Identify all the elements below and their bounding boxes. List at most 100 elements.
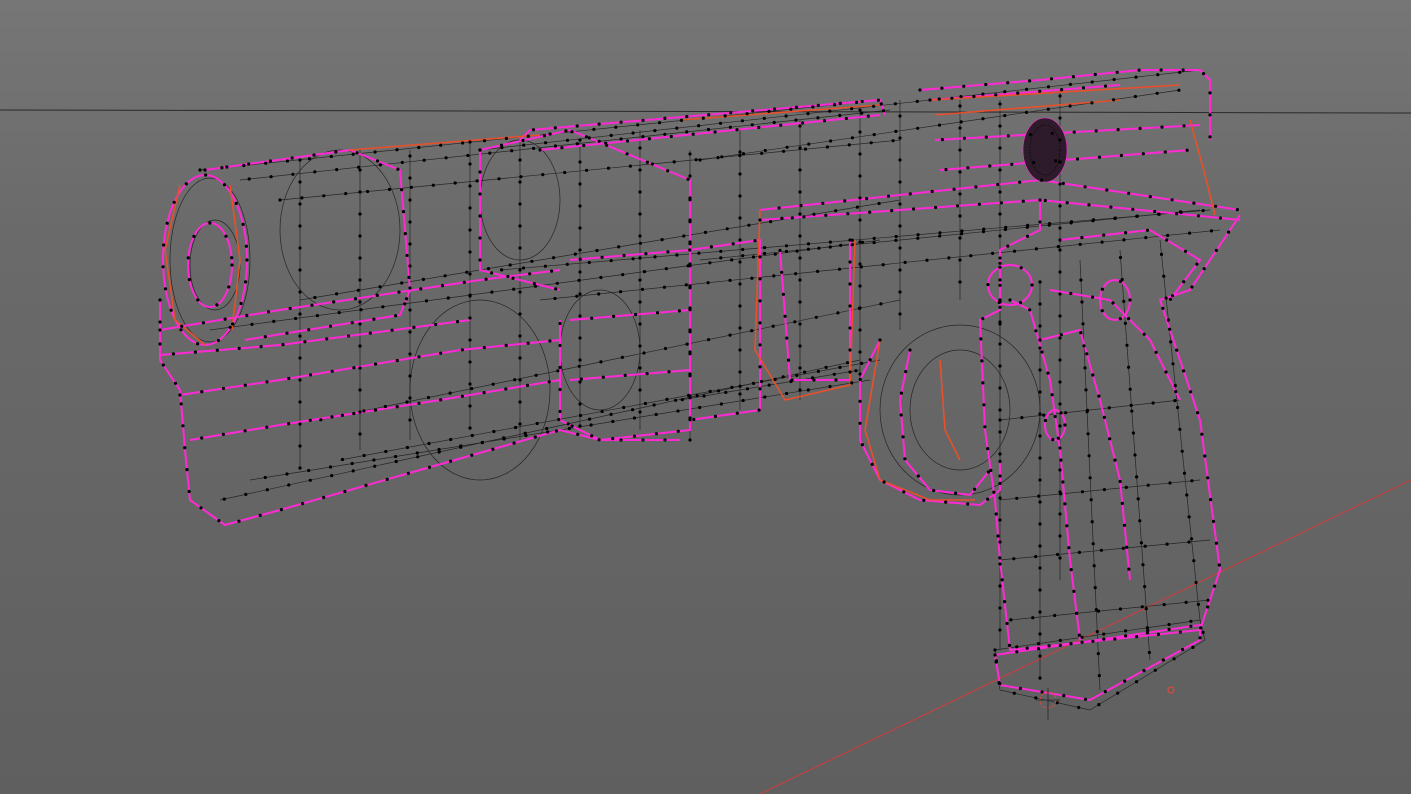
vertex[interactable] xyxy=(416,455,420,459)
vertex[interactable] xyxy=(969,254,973,258)
vertex[interactable] xyxy=(288,306,292,311)
vertex[interactable] xyxy=(578,226,582,230)
vertex[interactable] xyxy=(400,160,404,165)
vertex[interactable] xyxy=(461,141,465,145)
vertex[interactable] xyxy=(328,324,333,328)
vertex[interactable] xyxy=(528,272,532,276)
vertex[interactable] xyxy=(1113,216,1117,221)
vertex[interactable] xyxy=(641,438,645,442)
vertex[interactable] xyxy=(1024,110,1029,114)
vertex[interactable] xyxy=(582,143,586,148)
vertex[interactable] xyxy=(632,434,637,438)
vertex[interactable] xyxy=(1003,114,1007,118)
vertex[interactable] xyxy=(243,429,247,433)
vertex[interactable] xyxy=(785,391,789,396)
vertex[interactable] xyxy=(1036,647,1041,651)
vertex[interactable] xyxy=(828,384,832,389)
vertex[interactable] xyxy=(237,346,241,350)
vertex[interactable] xyxy=(439,143,443,147)
vertex[interactable] xyxy=(762,116,766,120)
vertex[interactable] xyxy=(285,472,289,476)
vertex[interactable] xyxy=(998,418,1002,422)
vertex[interactable] xyxy=(738,392,742,396)
vertex[interactable] xyxy=(163,287,168,291)
vertex[interactable] xyxy=(684,283,688,287)
vertex[interactable] xyxy=(688,198,692,202)
vertex[interactable] xyxy=(1053,613,1057,618)
vertex[interactable] xyxy=(1102,637,1106,641)
vertex[interactable] xyxy=(1038,280,1042,284)
vertex[interactable] xyxy=(1174,390,1178,394)
vertex[interactable] xyxy=(1182,280,1186,284)
vertex[interactable] xyxy=(1137,68,1141,72)
vertex[interactable] xyxy=(1173,384,1177,388)
vertex[interactable] xyxy=(1201,209,1205,213)
vertex[interactable] xyxy=(1097,703,1101,707)
vertex[interactable] xyxy=(512,441,516,445)
vertex[interactable] xyxy=(1047,223,1051,227)
vertex[interactable] xyxy=(778,248,782,252)
vertex[interactable] xyxy=(894,234,898,239)
vertex[interactable] xyxy=(784,244,789,248)
vertex[interactable] xyxy=(358,278,362,282)
vertex[interactable] xyxy=(1069,568,1073,572)
vertex[interactable] xyxy=(979,337,983,341)
vertex[interactable] xyxy=(362,453,366,458)
vertex[interactable] xyxy=(858,130,862,134)
vertex[interactable] xyxy=(718,121,723,125)
vertex[interactable] xyxy=(419,287,423,291)
vertex[interactable] xyxy=(634,312,638,317)
vertex[interactable] xyxy=(556,369,560,373)
vertex[interactable] xyxy=(795,373,799,377)
vertex[interactable] xyxy=(557,417,561,422)
vertex[interactable] xyxy=(611,437,615,441)
vertex[interactable] xyxy=(405,253,409,258)
vertex[interactable] xyxy=(655,311,660,315)
vertex[interactable] xyxy=(998,452,1002,456)
vertex[interactable] xyxy=(263,475,267,480)
vertex[interactable] xyxy=(713,130,717,134)
vertex[interactable] xyxy=(838,365,842,369)
vertex[interactable] xyxy=(518,312,522,316)
vertex[interactable] xyxy=(798,300,802,304)
vertex[interactable] xyxy=(310,303,314,307)
vertex[interactable] xyxy=(179,328,183,332)
vertex[interactable] xyxy=(1189,619,1193,623)
vertex[interactable] xyxy=(1058,446,1062,450)
vertex[interactable] xyxy=(741,152,746,156)
vertex[interactable] xyxy=(758,299,762,303)
vertex[interactable] xyxy=(204,173,208,177)
vertex[interactable] xyxy=(706,127,711,132)
vertex[interactable] xyxy=(1182,124,1186,128)
vertex[interactable] xyxy=(898,136,902,140)
vertex[interactable] xyxy=(850,107,854,111)
vertex[interactable] xyxy=(1058,424,1062,428)
vertex[interactable] xyxy=(958,148,962,152)
vertex[interactable] xyxy=(996,534,1000,538)
vertex[interactable] xyxy=(720,155,724,159)
vertex[interactable] xyxy=(466,153,470,158)
vertex[interactable] xyxy=(538,148,542,152)
vertex[interactable] xyxy=(1095,630,1099,634)
vertex[interactable] xyxy=(357,165,361,169)
vertex[interactable] xyxy=(998,364,1002,368)
vertex[interactable] xyxy=(998,265,1002,269)
barrel-shroud[interactable] xyxy=(204,148,412,341)
vertex[interactable] xyxy=(1058,534,1062,538)
vertex[interactable] xyxy=(1058,204,1062,208)
vertex[interactable] xyxy=(954,491,958,495)
vertex[interactable] xyxy=(497,177,501,181)
vertex[interactable] xyxy=(1091,639,1095,643)
vertex[interactable] xyxy=(158,320,162,324)
vertex[interactable] xyxy=(667,370,671,374)
vertex[interactable] xyxy=(263,335,267,339)
vertex[interactable] xyxy=(1133,94,1137,99)
vertex[interactable] xyxy=(1019,266,1023,270)
vertex[interactable] xyxy=(395,358,399,363)
vertex[interactable] xyxy=(1189,624,1193,628)
vertex[interactable] xyxy=(738,194,742,198)
vertex[interactable] xyxy=(677,309,682,313)
vertex[interactable] xyxy=(645,372,649,376)
vertex[interactable] xyxy=(340,413,344,417)
vertex[interactable] xyxy=(1227,230,1231,234)
